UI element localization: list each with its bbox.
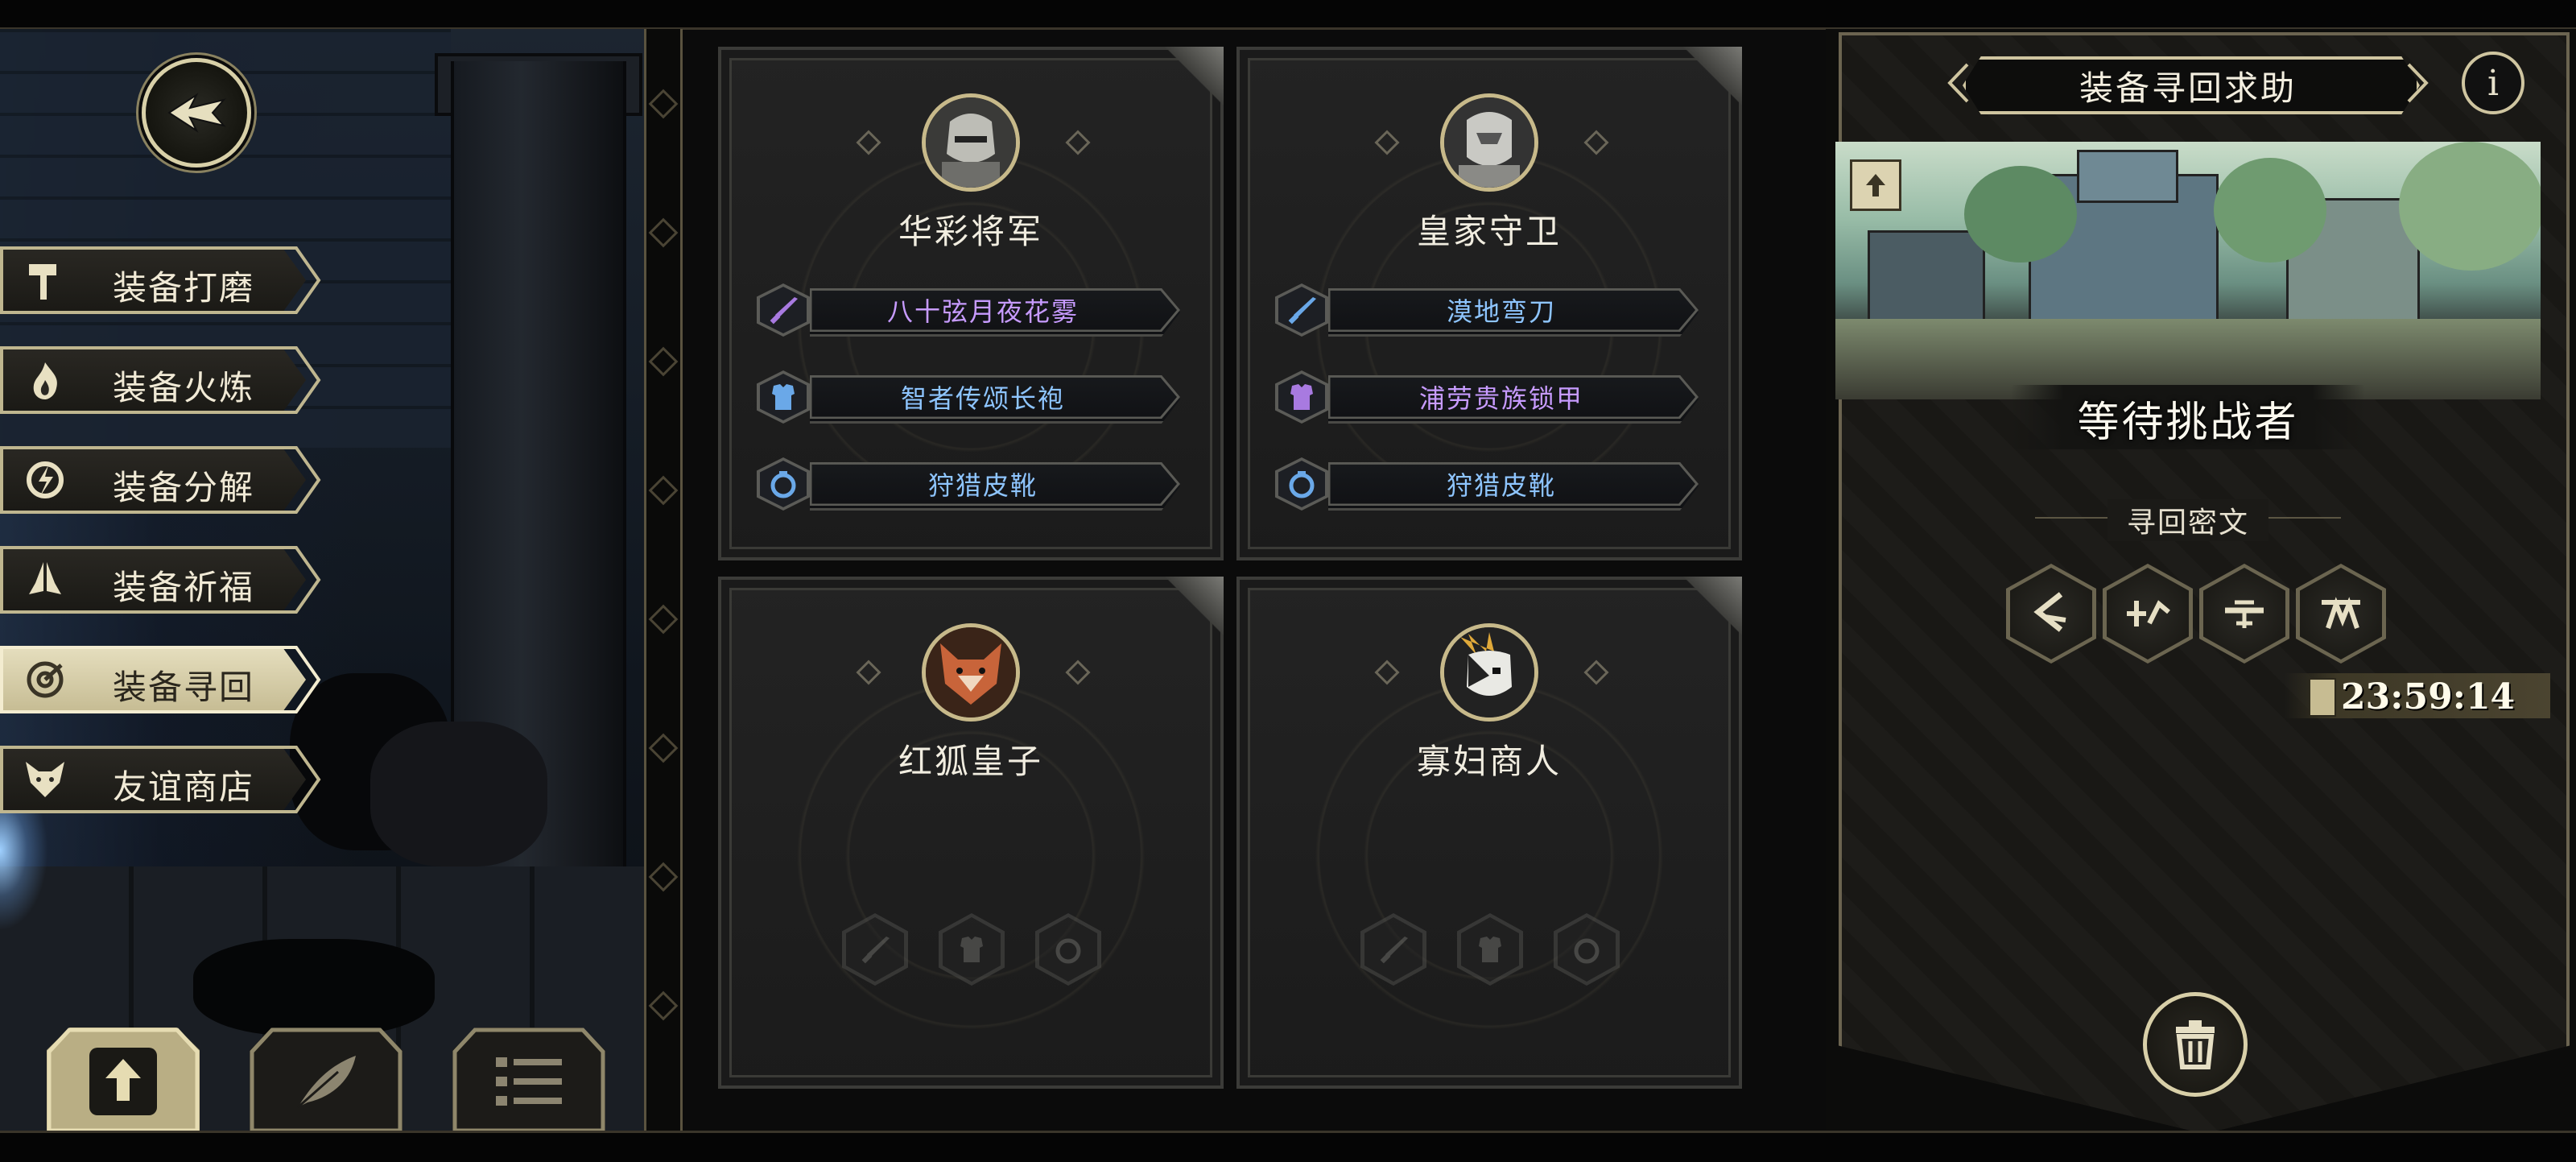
- rune-section-title: 寻回密文: [2107, 499, 2268, 541]
- menu-label: 装备祈福: [113, 568, 255, 607]
- hero-card[interactable]: 华彩将军 八十弦月夜花雾 智者传颂长袍 狩猎皮靴: [718, 47, 1224, 560]
- info-button[interactable]: i: [2462, 52, 2524, 114]
- empty-armor-slot[interactable]: [939, 913, 1005, 986]
- menu-label: 装备寻回: [113, 668, 255, 707]
- hammer-icon: [23, 258, 68, 303]
- panel-title: 装备寻回求助: [2079, 68, 2297, 108]
- empty-weapon-slot[interactable]: [1360, 913, 1426, 986]
- equipment-name: 浦劳贵族锁甲: [1418, 383, 1583, 414]
- empty-armor-slot[interactable]: [1457, 913, 1523, 986]
- bottom-bar: [0, 1131, 2576, 1162]
- rune-slot[interactable]: [2296, 564, 2386, 664]
- share-button[interactable]: [1850, 159, 1901, 211]
- equipment-row[interactable]: 智者传颂长袍: [757, 370, 1180, 424]
- equipment-row[interactable]: 浦劳贵族锁甲: [1275, 370, 1699, 424]
- equipment-name: 漠地弯刀: [1446, 296, 1556, 327]
- panel-title-banner: 装备寻回求助: [1946, 56, 2429, 114]
- menu-item-dismantle[interactable]: 装备分解: [0, 446, 322, 514]
- feather-button[interactable]: [250, 1028, 402, 1131]
- hourglass-icon: [2309, 678, 2336, 717]
- hero-name: 华彩将军: [898, 212, 1043, 251]
- dismantle-icon: [23, 457, 68, 502]
- widow-merchant-avatar: [1440, 623, 1538, 722]
- menu-label: 装备打磨: [113, 268, 255, 308]
- empty-ring-slot[interactable]: [1035, 913, 1101, 986]
- hero-card[interactable]: 皇家守卫 漠地弯刀 浦劳贵族锁甲 狩猎皮靴: [1236, 47, 1742, 560]
- red-fox-prince-avatar: [922, 623, 1020, 722]
- equipment-name: 智者传颂长袍: [900, 383, 1065, 414]
- hero-card[interactable]: 红狐皇子: [718, 577, 1224, 1089]
- back-button[interactable]: [142, 58, 251, 167]
- upload-icon: [85, 1043, 162, 1123]
- flame-icon: [23, 358, 68, 403]
- rune-slot[interactable]: [2006, 564, 2096, 664]
- equipment-row[interactable]: 漠地弯刀: [1275, 283, 1699, 337]
- armored-general-avatar: [922, 93, 1020, 192]
- equipment-name: 狩猎皮靴: [1446, 470, 1556, 501]
- countdown-timer: 23:59:14: [2341, 676, 2516, 717]
- trash-icon: [2176, 1020, 2215, 1069]
- back-arrow-icon: [167, 93, 226, 133]
- menu-label: 装备分解: [113, 468, 255, 507]
- info-icon: i: [2487, 62, 2500, 104]
- menu-item-shop[interactable]: 友谊商店: [0, 746, 322, 813]
- equipment-row[interactable]: 狩猎皮靴: [1275, 457, 1699, 511]
- equipment-name: 狩猎皮靴: [927, 470, 1038, 501]
- arena-scene-image: [1835, 142, 2541, 399]
- top-bar: [0, 0, 2576, 30]
- equipment-name: 八十弦月夜花雾: [886, 296, 1079, 327]
- empty-weapon-slot[interactable]: [842, 913, 908, 986]
- delete-button[interactable]: [2143, 992, 2248, 1097]
- menu-item-pray[interactable]: 装备祈福: [0, 546, 322, 614]
- rune-slot[interactable]: [2103, 564, 2193, 664]
- empty-ring-slot[interactable]: [1554, 913, 1620, 986]
- pray-hands-icon: [23, 557, 68, 602]
- menu-label: 装备火炼: [113, 368, 255, 407]
- equipment-row[interactable]: 狩猎皮靴: [757, 457, 1180, 511]
- upload-button[interactable]: [47, 1028, 200, 1131]
- list-button[interactable]: [452, 1028, 605, 1131]
- menu-label: 友谊商店: [113, 767, 255, 807]
- fox-icon: [23, 757, 68, 802]
- panel-divider: [644, 29, 683, 1131]
- royal-guard-avatar: [1440, 93, 1538, 192]
- hero-name: 寡妇商人: [1416, 742, 1562, 781]
- menu-item-fire[interactable]: 装备火炼: [0, 346, 322, 414]
- list-icon: [493, 1049, 565, 1117]
- feather-icon: [290, 1049, 362, 1117]
- upload-icon: [1866, 174, 1885, 196]
- retrieve-help-panel: 装备寻回求助 i 等待挑战者 寻回密文 23:59:14: [1826, 29, 2576, 1134]
- rune-slot[interactable]: [2199, 564, 2289, 664]
- status-text: 等待挑战者: [2077, 399, 2299, 447]
- hero-name: 红狐皇子: [898, 742, 1043, 781]
- hero-card[interactable]: 寡妇商人: [1236, 577, 1742, 1089]
- menu-item-retrieve[interactable]: 装备寻回: [0, 646, 322, 713]
- equipment-row[interactable]: 八十弦月夜花雾: [757, 283, 1180, 337]
- retrieve-target-icon: [23, 657, 68, 702]
- menu-item-polish[interactable]: 装备打磨: [0, 246, 322, 314]
- hero-name: 皇家守卫: [1416, 212, 1562, 251]
